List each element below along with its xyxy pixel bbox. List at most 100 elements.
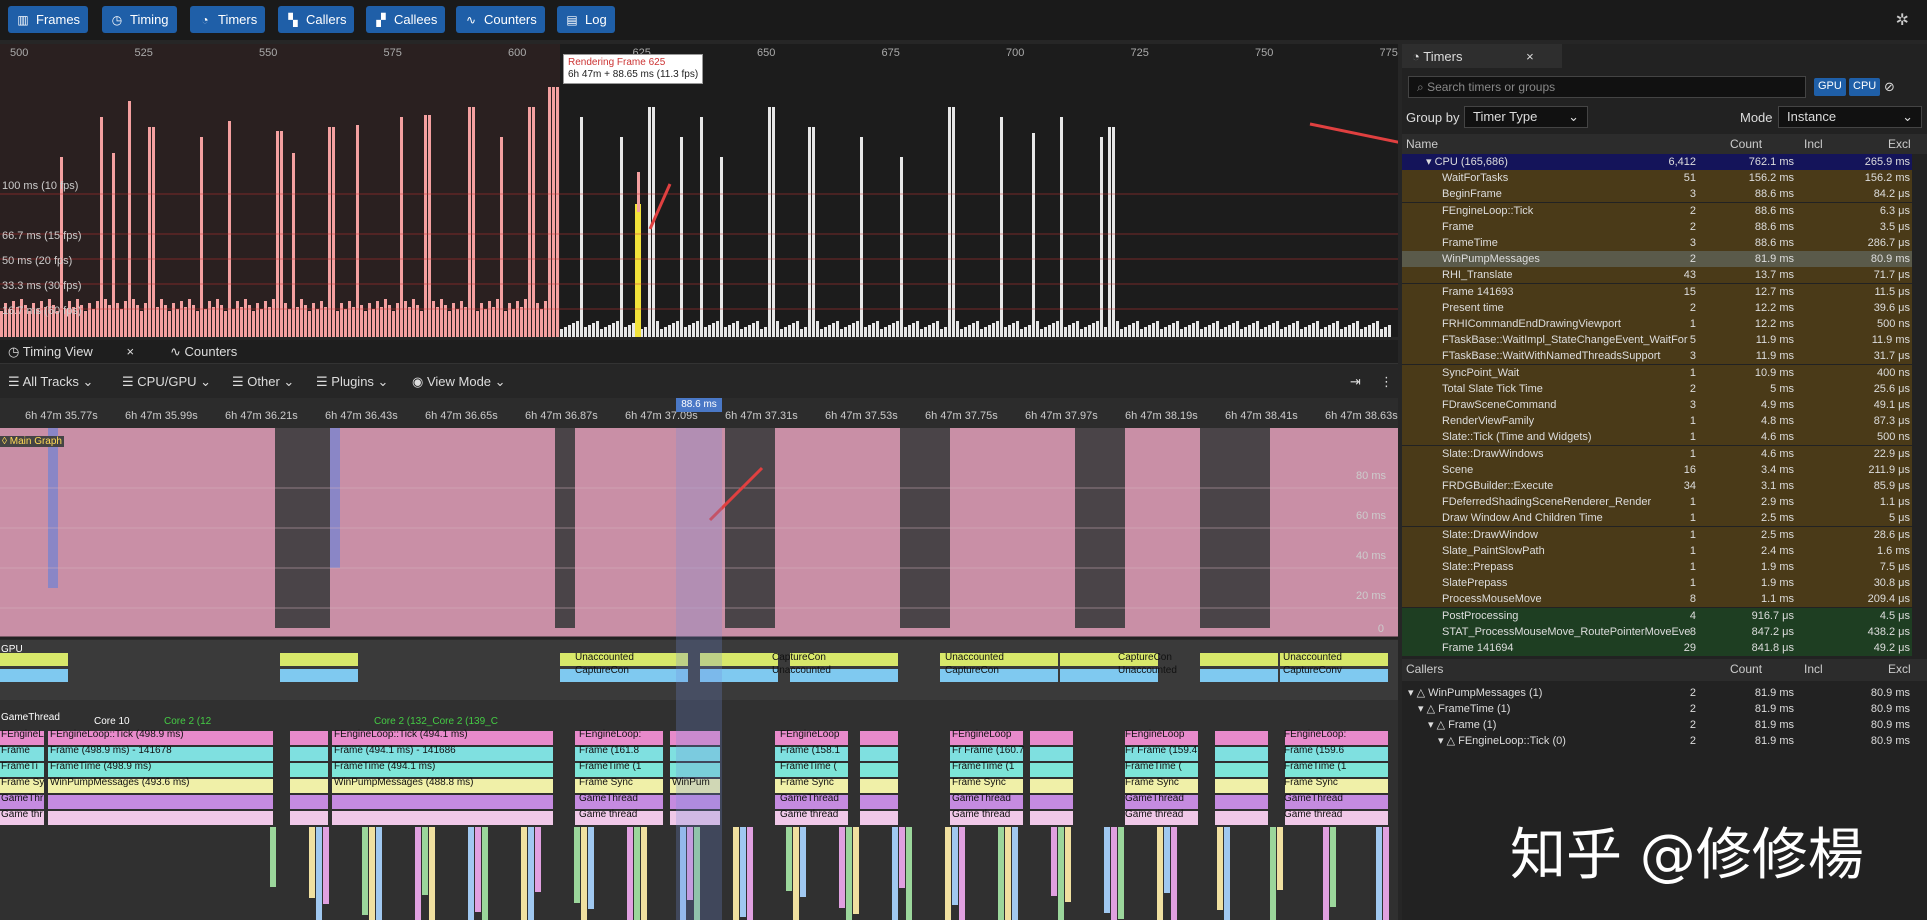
- timer-row[interactable]: WaitForTasks 51 156.2 ms 156.2 ms: [1402, 170, 1912, 187]
- gpu-toggle[interactable]: GPU: [1814, 78, 1846, 96]
- timing-event[interactable]: [1030, 795, 1073, 809]
- timer-row[interactable]: Total Slate Tick Time 2 5 ms 25.6 μs: [1402, 380, 1912, 397]
- close-icon[interactable]: ×: [126, 344, 134, 359]
- gpu-event[interactable]: [280, 669, 358, 682]
- timing-event[interactable]: [860, 795, 898, 809]
- timer-row[interactable]: FTaskBase::WaitWithNamedThreadsSupport 3 1…: [1402, 348, 1912, 365]
- counters-button[interactable]: ∿ Counters: [456, 6, 545, 33]
- caller-row[interactable]: ▾ △ FEngineLoop::Tick (0) 2 81.9 ms 80.9 ms: [1402, 733, 1912, 749]
- all-tracks-dropdown[interactable]: ☰ All Tracks ⌄: [8, 374, 93, 390]
- timer-row[interactable]: FDrawSceneCommand 3 4.9 ms 49.1 μs: [1402, 397, 1912, 413]
- group-by-select[interactable]: Timer Type ⌄: [1464, 106, 1588, 128]
- timer-row[interactable]: FEngineLoop::Tick 2 88.6 ms 6.3 μs: [1402, 202, 1912, 219]
- caller-row[interactable]: ▾ △ Frame (1) 2 81.9 ms 80.9 ms: [1402, 717, 1912, 733]
- tab-counters[interactable]: ∿ Counters: [170, 344, 237, 360]
- selected-frame-bar[interactable]: [635, 204, 641, 337]
- callers-col-count[interactable]: Count: [1730, 662, 1762, 676]
- timer-row[interactable]: Frame 2 88.6 ms 3.5 μs: [1402, 218, 1912, 235]
- timer-row[interactable]: WinPumpMessages 2 81.9 ms 80.9 ms: [1402, 251, 1912, 268]
- tab-timers[interactable]: ◔ Timers ×: [1402, 44, 1562, 68]
- gpu-event[interactable]: [1200, 669, 1278, 682]
- timer-row[interactable]: FTaskBase::WaitImpl_StateChangeEvent_Wai…: [1402, 332, 1912, 349]
- timer-row[interactable]: FRHICommandEndDrawingViewport 1 12.2 ms 500…: [1402, 316, 1912, 332]
- caller-row[interactable]: ▾ △ FrameTime (1) 2 81.9 ms 80.9 ms: [1402, 701, 1912, 717]
- timer-row[interactable]: Scene 16 3.4 ms 211.9 μs: [1402, 461, 1912, 478]
- timing-event[interactable]: [1030, 779, 1073, 793]
- timer-row[interactable]: Present time 2 12.2 ms 39.6 μs: [1402, 299, 1912, 316]
- timer-row[interactable]: ▾ CPU (165,686) 6,412 762.1 ms 265.9 ms: [1402, 154, 1912, 170]
- timer-row[interactable]: Slate::Prepass 1 1.9 ms 7.5 μs: [1402, 559, 1912, 575]
- timing-event[interactable]: [1215, 747, 1268, 761]
- timing-event[interactable]: [860, 747, 898, 761]
- timer-row[interactable]: RenderViewFamily 1 4.8 ms 87.3 μs: [1402, 413, 1912, 430]
- timing-event[interactable]: [48, 811, 273, 825]
- other-dropdown[interactable]: ☰ Other ⌄: [232, 374, 294, 390]
- timing-button[interactable]: ◷ Timing: [102, 6, 177, 33]
- timing-event[interactable]: [1030, 731, 1073, 745]
- timer-row[interactable]: STAT_ProcessMouseMove_RoutePointerMoveEv…: [1402, 623, 1912, 640]
- gpu-event[interactable]: [0, 669, 68, 682]
- settings-gear-icon[interactable]: ✲: [1896, 10, 1909, 30]
- more-icon[interactable]: ⋮: [1380, 374, 1393, 390]
- timing-event[interactable]: [1215, 811, 1268, 825]
- timer-row[interactable]: Draw Window And Children Time 1 2.5 ms 5 μs: [1402, 510, 1912, 527]
- col-count[interactable]: Count: [1730, 137, 1762, 151]
- timer-row[interactable]: Slate::DrawWindow 1 2.5 ms 28.6 μs: [1402, 526, 1912, 543]
- timers-button[interactable]: ◔ Timers: [190, 6, 266, 33]
- tab-timing-view[interactable]: ◷ Timing View ×: [8, 344, 134, 360]
- plugins-dropdown[interactable]: ☰ Plugins ⌄: [316, 374, 388, 390]
- fit-icon[interactable]: ⇥: [1350, 374, 1361, 390]
- timer-search-input[interactable]: ⌕ Search timers or groups: [1408, 76, 1806, 98]
- timer-row[interactable]: RHI_Translate 43 13.7 ms 71.7 μs: [1402, 267, 1912, 284]
- caller-row[interactable]: ▾ △ WinPumpMessages (1) 2 81.9 ms 80.9 ms: [1402, 685, 1912, 701]
- timer-row[interactable]: Frame 141693 15 12.7 ms 11.5 μs: [1402, 283, 1912, 300]
- callees-button[interactable]: ▞ Callees: [366, 6, 446, 33]
- timer-row[interactable]: Frame 141694 29 841.8 μs 49.2 μs: [1402, 640, 1912, 656]
- cpu-toggle[interactable]: CPU: [1849, 78, 1881, 96]
- callers-button[interactable]: ▚ Callers: [278, 6, 355, 33]
- timing-event[interactable]: [1030, 747, 1073, 761]
- timing-event[interactable]: [1030, 811, 1073, 825]
- timing-event[interactable]: [860, 779, 898, 793]
- gpu-event[interactable]: [1200, 653, 1278, 666]
- col-name[interactable]: Name: [1406, 137, 1438, 151]
- timer-row[interactable]: FRDGBuilder::Execute 34 3.1 ms 85.9 μs: [1402, 478, 1912, 494]
- col-incl[interactable]: Incl: [1804, 137, 1823, 151]
- timing-event[interactable]: [48, 795, 273, 809]
- timing-event[interactable]: [290, 811, 328, 825]
- timing-event[interactable]: [1030, 763, 1073, 777]
- timer-row[interactable]: PostProcessing 4 916.7 μs 4.5 μs: [1402, 607, 1912, 624]
- timing-event[interactable]: [332, 811, 553, 825]
- gpu-event[interactable]: [280, 653, 358, 666]
- timing-event[interactable]: [1215, 731, 1268, 745]
- timer-row[interactable]: FDeferredShadingSceneRenderer_Render 1 2.9…: [1402, 494, 1912, 511]
- frames-button[interactable]: ▥ Frames: [8, 6, 89, 33]
- callers-col-incl[interactable]: Incl: [1804, 662, 1823, 676]
- timing-event[interactable]: [332, 795, 553, 809]
- timing-event[interactable]: [1215, 779, 1268, 793]
- col-excl[interactable]: Excl: [1888, 137, 1911, 151]
- timer-row[interactable]: Slate::Tick (Time and Widgets) 1 4.6 ms 500…: [1402, 429, 1912, 446]
- timing-event[interactable]: [860, 731, 898, 745]
- cpu-gpu-dropdown[interactable]: ☰ CPU/GPU ⌄: [122, 374, 211, 390]
- timer-row[interactable]: FrameTime 3 88.6 ms 286.7 μs: [1402, 235, 1912, 251]
- timing-event[interactable]: [290, 731, 328, 745]
- timing-event[interactable]: [860, 811, 898, 825]
- timing-tracks[interactable]: ◊ Main Graph 80 ms 60 ms 40 ms 20 ms 0 G…: [0, 428, 1398, 920]
- timing-event[interactable]: [290, 795, 328, 809]
- timer-row[interactable]: ProcessMouseMove 8 1.1 ms 209.4 μs: [1402, 591, 1912, 608]
- timing-event[interactable]: [290, 747, 328, 761]
- callers-col-excl[interactable]: Excl: [1888, 662, 1911, 676]
- timer-row[interactable]: Slate_PaintSlowPath 1 2.4 ms 1.6 ms: [1402, 542, 1912, 559]
- frames-graph[interactable]: 500 525 550 575 600 625 650 675 700 725 750 775 100…: [0, 44, 1398, 337]
- timer-row[interactable]: BeginFrame 3 88.6 ms 84.2 μs: [1402, 186, 1912, 203]
- timer-row[interactable]: SlatePrepass 1 1.9 ms 30.8 μs: [1402, 575, 1912, 592]
- timing-event[interactable]: [860, 763, 898, 777]
- timing-event[interactable]: [1215, 763, 1268, 777]
- timing-event[interactable]: [290, 763, 328, 777]
- log-button[interactable]: ▤ Log: [557, 6, 615, 33]
- timing-event[interactable]: [1215, 795, 1268, 809]
- timer-row[interactable]: SyncPoint_Wait 1 10.9 ms 400 ns: [1402, 364, 1912, 381]
- mode-select[interactable]: Instance ⌄: [1778, 106, 1922, 128]
- timing-event[interactable]: [290, 779, 328, 793]
